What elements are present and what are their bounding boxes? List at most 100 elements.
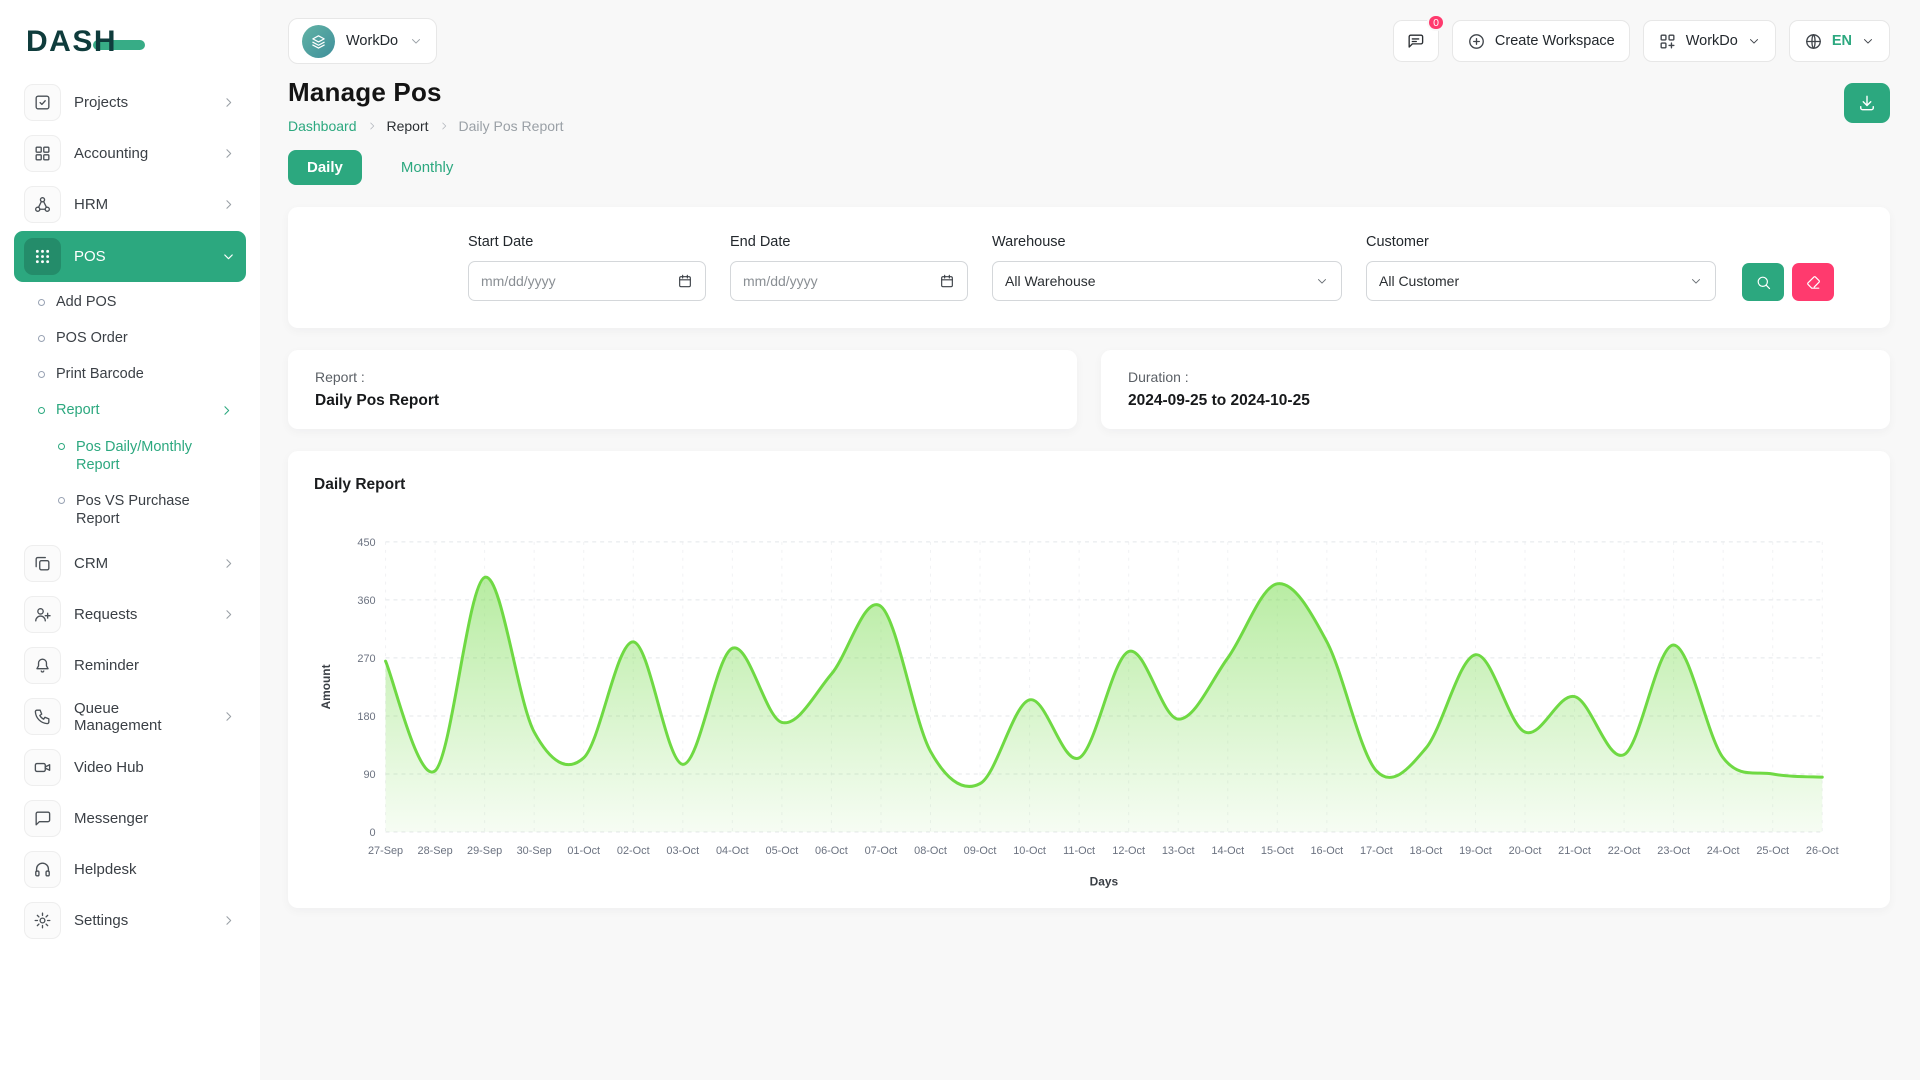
sidebar-item-queue-management[interactable]: Queue Management bbox=[14, 692, 246, 741]
messenger-icon bbox=[24, 800, 61, 837]
filter-row: Start Date End Date Warehouse All Wareho… bbox=[316, 234, 1862, 301]
workspace-avatar bbox=[302, 25, 335, 58]
svg-text:27-Sep: 27-Sep bbox=[368, 845, 403, 857]
svg-text:13-Oct: 13-Oct bbox=[1162, 845, 1195, 857]
sidebar: DASH ProjectsAccounting HRM POS Add POS POS … bbox=[0, 0, 260, 1080]
sidebar-item-pos-order[interactable]: POS Order bbox=[14, 320, 246, 356]
sidebar-item-video-hub[interactable]: Video Hub bbox=[14, 743, 246, 792]
end-date-input[interactable] bbox=[730, 261, 968, 301]
main-content: WorkDo 0 Create Workspace WorkDo EN bbox=[260, 0, 1920, 948]
sidebar-item-label: Helpdesk bbox=[74, 861, 236, 878]
warehouse-select[interactable]: All Warehouse bbox=[992, 261, 1342, 301]
warehouse-label: Warehouse bbox=[992, 234, 1342, 250]
customer-field: Customer All Customer bbox=[1366, 234, 1716, 301]
sidebar-item-print-barcode[interactable]: Print Barcode bbox=[14, 356, 246, 392]
svg-text:19-Oct: 19-Oct bbox=[1459, 845, 1492, 857]
svg-text:20-Oct: 20-Oct bbox=[1509, 845, 1542, 857]
report-summary-card: Report : Daily Pos Report bbox=[288, 350, 1077, 429]
tab-daily[interactable]: Daily bbox=[288, 150, 362, 185]
reset-icon bbox=[1805, 274, 1822, 291]
chevron-down-icon bbox=[1315, 274, 1329, 288]
sidebar-item-label: Report bbox=[56, 401, 100, 419]
end-date-text[interactable] bbox=[743, 273, 931, 289]
sidebar-item-hrm[interactable]: HRM bbox=[14, 180, 246, 229]
svg-text:10-Oct: 10-Oct bbox=[1013, 845, 1046, 857]
svg-text:11-Oct: 11-Oct bbox=[1063, 845, 1095, 857]
workspace-menu-button[interactable]: WorkDo bbox=[1643, 20, 1776, 62]
sidebar-item-label: Reminder bbox=[74, 657, 236, 674]
sidebar-item-pos[interactable]: POS bbox=[14, 231, 246, 282]
sidebar-item-requests[interactable]: Requests bbox=[14, 590, 246, 639]
helpdesk-icon bbox=[24, 851, 61, 888]
search-icon bbox=[1755, 274, 1772, 291]
svg-text:04-Oct: 04-Oct bbox=[716, 845, 749, 857]
sidebar-item-add-pos[interactable]: Add POS bbox=[14, 284, 246, 320]
sidebar-item-settings[interactable]: Settings bbox=[14, 896, 246, 945]
pos-icon bbox=[24, 238, 61, 275]
reset-button[interactable] bbox=[1792, 263, 1834, 301]
sidebar-item-label: Pos Daily/Monthly Report bbox=[76, 438, 234, 474]
breadcrumb-item[interactable]: Dashboard bbox=[288, 118, 357, 134]
sidebar-item-label: Settings bbox=[74, 912, 208, 929]
download-icon bbox=[1857, 93, 1877, 113]
requests-icon bbox=[24, 596, 61, 633]
start-date-input[interactable] bbox=[468, 261, 706, 301]
svg-text:90: 90 bbox=[363, 769, 375, 781]
download-button[interactable] bbox=[1844, 83, 1890, 123]
start-date-text[interactable] bbox=[481, 273, 669, 289]
sidebar-item-pos-vs-purchase-report[interactable]: Pos VS Purchase Report bbox=[14, 483, 246, 537]
workspace-selector[interactable]: WorkDo bbox=[288, 18, 437, 64]
calendar-icon[interactable] bbox=[677, 273, 693, 289]
app-logo[interactable]: DASH bbox=[14, 16, 129, 68]
svg-text:270: 270 bbox=[357, 653, 375, 665]
breadcrumb-item[interactable]: Report bbox=[387, 118, 429, 134]
sidebar-item-label: HRM bbox=[74, 196, 208, 213]
calendar-icon[interactable] bbox=[939, 273, 955, 289]
grid-plus-icon bbox=[1658, 32, 1677, 51]
svg-text:18-Oct: 18-Oct bbox=[1410, 845, 1443, 857]
sidebar-item-accounting[interactable]: Accounting bbox=[14, 129, 246, 178]
customer-select[interactable]: All Customer bbox=[1366, 261, 1716, 301]
sidebar-item-projects[interactable]: Projects bbox=[14, 78, 246, 127]
workspace-menu-label: WorkDo bbox=[1686, 33, 1738, 49]
chevron-right-icon bbox=[221, 95, 236, 110]
svg-text:15-Oct: 15-Oct bbox=[1261, 845, 1294, 857]
sidebar-item-label: POS Order bbox=[56, 329, 128, 347]
duration-summary-value: 2024-09-25 to 2024-10-25 bbox=[1128, 392, 1863, 410]
sidebar-item-crm[interactable]: CRM bbox=[14, 539, 246, 588]
sidebar-item-messenger[interactable]: Messenger bbox=[14, 794, 246, 843]
svg-text:07-Oct: 07-Oct bbox=[865, 845, 898, 857]
customer-selected-value: All Customer bbox=[1379, 273, 1681, 289]
queue-icon bbox=[24, 698, 61, 735]
tab-monthly[interactable]: Monthly bbox=[382, 150, 473, 185]
svg-text:21-Oct: 21-Oct bbox=[1558, 845, 1591, 857]
reminder-icon bbox=[24, 647, 61, 684]
projects-icon bbox=[24, 84, 61, 121]
chevron-right-icon bbox=[366, 120, 378, 132]
language-selector[interactable]: EN bbox=[1789, 20, 1890, 62]
search-button[interactable] bbox=[1742, 263, 1784, 301]
end-date-field: End Date bbox=[730, 234, 968, 301]
sidebar-item-report[interactable]: Report bbox=[14, 392, 246, 428]
svg-text:450: 450 bbox=[357, 537, 375, 549]
svg-text:30-Sep: 30-Sep bbox=[517, 845, 552, 857]
messages-badge: 0 bbox=[1427, 14, 1445, 31]
create-workspace-button[interactable]: Create Workspace bbox=[1452, 20, 1630, 62]
sidebar-item-label: Add POS bbox=[56, 293, 116, 311]
bullet-icon bbox=[38, 299, 45, 306]
sidebar-item-pos-daily-monthly-report[interactable]: Pos Daily/Monthly Report bbox=[14, 429, 246, 483]
sidebar-item-reminder[interactable]: Reminder bbox=[14, 641, 246, 690]
chevron-right-icon bbox=[221, 146, 236, 161]
sidebar-item-helpdesk[interactable]: Helpdesk bbox=[14, 845, 246, 894]
svg-text:17-Oct: 17-Oct bbox=[1360, 845, 1393, 857]
sidebar-item-label: Requests bbox=[74, 606, 208, 623]
chevron-right-icon bbox=[221, 913, 236, 928]
bullet-icon bbox=[38, 371, 45, 378]
svg-text:Amount: Amount bbox=[319, 664, 333, 709]
warehouse-field: Warehouse All Warehouse bbox=[992, 234, 1342, 301]
chart-title: Daily Report bbox=[314, 476, 1864, 494]
messages-button[interactable]: 0 bbox=[1393, 20, 1439, 62]
create-workspace-label: Create Workspace bbox=[1495, 33, 1615, 49]
sidebar-item-label: Queue Management bbox=[74, 700, 208, 734]
bullet-icon bbox=[38, 335, 45, 342]
